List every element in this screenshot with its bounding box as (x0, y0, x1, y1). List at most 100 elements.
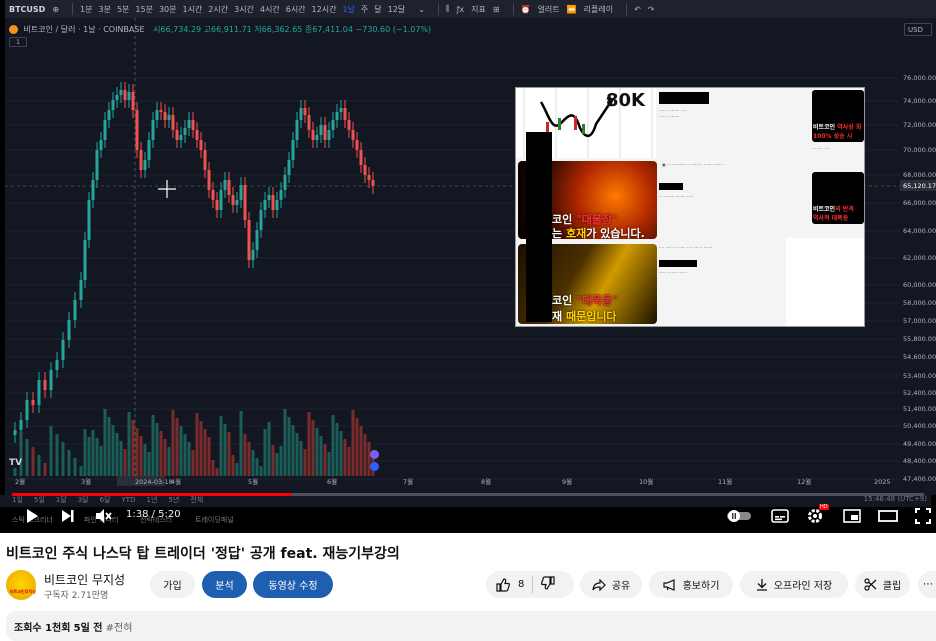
candle-body (335, 112, 339, 120)
volume-bar (95, 438, 99, 476)
channel-name[interactable]: 비트코인 무지성 (44, 571, 125, 588)
join-button[interactable]: 가입 (150, 571, 195, 598)
volume-bar (175, 418, 179, 476)
candle-body (331, 120, 335, 130)
more-actions-button[interactable]: ⋯ (918, 571, 936, 598)
candle-body (49, 370, 53, 390)
share-button[interactable]: 공유 (580, 571, 642, 598)
candle-body (135, 110, 139, 150)
time-tick: 2024-03-18 (135, 478, 173, 486)
candle-body (61, 340, 65, 360)
overlay-meta-line: ···· ····· ··· ······ ···· ······· ·····… (659, 245, 713, 250)
volume-bar (291, 425, 295, 476)
candle-body (235, 200, 239, 205)
like-button[interactable]: 8 (496, 577, 525, 592)
time-tick: 9월 (562, 477, 572, 486)
volume-bar (135, 428, 139, 476)
side-thumbnail-1[interactable]: 비트코인 역사상 최 100% 상승 시 (812, 90, 864, 142)
theater-mode-button[interactable] (877, 507, 899, 525)
volume-bar (231, 455, 235, 476)
candle-body (211, 190, 215, 200)
candle-body (223, 180, 227, 190)
fullscreen-button[interactable] (913, 507, 933, 525)
video-player[interactable]: BTCUSD ⊕ 1분 3분 5분 15분 30분 1시간 2시간 3시간 4시간 6시간 12시간… (0, 0, 936, 533)
volume-bar (307, 412, 311, 476)
candle-body (351, 130, 355, 140)
analytics-button[interactable]: 분석 (202, 571, 247, 598)
candle-body (327, 130, 331, 140)
volume-bar (263, 429, 267, 476)
candle-body (243, 185, 247, 220)
mute-button[interactable] (93, 506, 113, 526)
candle-body (143, 160, 147, 170)
candle-body (247, 220, 251, 260)
download-button[interactable]: 오프라인 저장 (740, 571, 848, 598)
price-tick: 57,000.00 (903, 317, 936, 325)
candle-body (171, 115, 175, 130)
overlay-meta-line: ▣ ··· ·········· ··· ········· ······· ·… (662, 162, 723, 167)
event-icon-1[interactable] (370, 450, 379, 459)
edit-video-button[interactable]: 동영상 수정 (253, 571, 333, 598)
like-count: 8 (518, 579, 525, 590)
volume-bar (183, 434, 187, 476)
price-tick: 62,000.00 (903, 254, 936, 262)
candle-body (295, 120, 299, 140)
candle-body (347, 120, 351, 130)
volume-bar (155, 423, 159, 476)
volume-bar (49, 426, 53, 476)
volume-bar (267, 422, 271, 476)
channel-avatar[interactable]: 비트코인무지성 (6, 570, 36, 600)
time-tick: 6월 (327, 477, 337, 486)
volume-bar (339, 431, 343, 476)
like-dislike-group: 8 (486, 571, 574, 598)
miniplayer-button[interactable] (842, 507, 862, 525)
volume-bar (191, 450, 195, 476)
volume-muted-icon (96, 509, 112, 523)
side-thumbnail-2[interactable]: 비트코인의 반격 역사적 대폭등 (812, 172, 864, 224)
candle-body (73, 300, 77, 320)
price-tick: 70,000.00 (903, 146, 936, 154)
megaphone-icon (662, 578, 675, 591)
event-icon-2[interactable] (370, 462, 379, 471)
description-box[interactable]: 조회수 1천회 5일 전 #전혀 (6, 611, 936, 641)
candle-body (363, 165, 367, 175)
volume-bar (207, 437, 211, 476)
candle-body (299, 108, 303, 120)
candle-body (175, 130, 179, 140)
next-button[interactable] (58, 507, 78, 525)
volume-bar (367, 442, 371, 476)
candle-body (291, 140, 295, 160)
price-tick: 53,400.00 (903, 372, 936, 380)
candle-body (355, 140, 359, 150)
volume-bar (159, 431, 163, 476)
share-label: 공유 (611, 581, 631, 592)
volume-bar (123, 449, 127, 476)
overlay-meta-line: ······· ········ (659, 114, 680, 119)
promote-button[interactable]: 홍보하기 (649, 571, 733, 598)
dislike-button[interactable] (541, 576, 555, 593)
hashtag[interactable]: #전혀 (106, 623, 133, 634)
volume-bar (79, 466, 83, 476)
volume-bar (227, 432, 231, 476)
volume-bar (167, 447, 171, 476)
candle-body (255, 230, 259, 250)
candle-body (323, 125, 327, 140)
download-icon (756, 579, 767, 591)
tradingview-chart[interactable]: BTCUSD ⊕ 1분 3분 5분 15분 30분 1시간 2시간 3시간 4시간 6시간 12시간… (5, 0, 936, 495)
volume-bar (315, 428, 319, 476)
autoplay-toggle[interactable] (726, 509, 752, 523)
candle-body (127, 92, 131, 100)
play-button[interactable] (22, 507, 42, 525)
subtitles-button[interactable] (770, 507, 790, 525)
clip-button[interactable]: 클립 (855, 571, 910, 598)
tv-tab-3[interactable]: 트레이딩패널 (195, 515, 234, 525)
price-tick: 68,000.00 (903, 171, 936, 179)
volume-bar (239, 411, 243, 476)
view-count: 조회수 1천회 (14, 623, 71, 634)
progress-bar[interactable] (12, 493, 924, 496)
promote-label: 홍보하기 (682, 581, 720, 592)
volume-bar (87, 437, 91, 476)
recommended-videos-overlay[interactable]: 80K ······· ········ ····· ······· ·····… (515, 87, 865, 327)
volume-bar (311, 420, 315, 476)
volume-bar (139, 436, 143, 476)
